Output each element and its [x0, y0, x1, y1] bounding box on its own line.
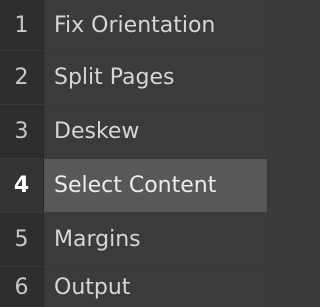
stage-label: Fix Orientation — [44, 0, 267, 50]
stage-margins[interactable]: 5 Margins — [0, 213, 267, 266]
stage-fix-orientation[interactable]: 1 Fix Orientation — [0, 0, 267, 50]
stage-select-content[interactable]: 4 Select Content — [0, 159, 267, 212]
stage-label: Split Pages — [44, 51, 267, 104]
stage-split-pages[interactable]: 2 Split Pages — [0, 51, 267, 104]
stage-number: 5 — [0, 213, 44, 266]
stage-number: 6 — [0, 267, 44, 307]
processing-stages-list: 1 Fix Orientation 2 Split Pages 3 Deskew… — [0, 0, 267, 307]
stage-label: Deskew — [44, 105, 267, 158]
stage-deskew[interactable]: 3 Deskew — [0, 105, 267, 158]
stage-number: 4 — [0, 159, 44, 212]
stage-label: Select Content — [44, 159, 267, 212]
stage-label: Margins — [44, 213, 267, 266]
stage-output[interactable]: 6 Output — [0, 267, 267, 307]
stage-number: 2 — [0, 51, 44, 104]
stage-number: 1 — [0, 0, 44, 50]
stage-number: 3 — [0, 105, 44, 158]
stage-label: Output — [44, 267, 267, 307]
